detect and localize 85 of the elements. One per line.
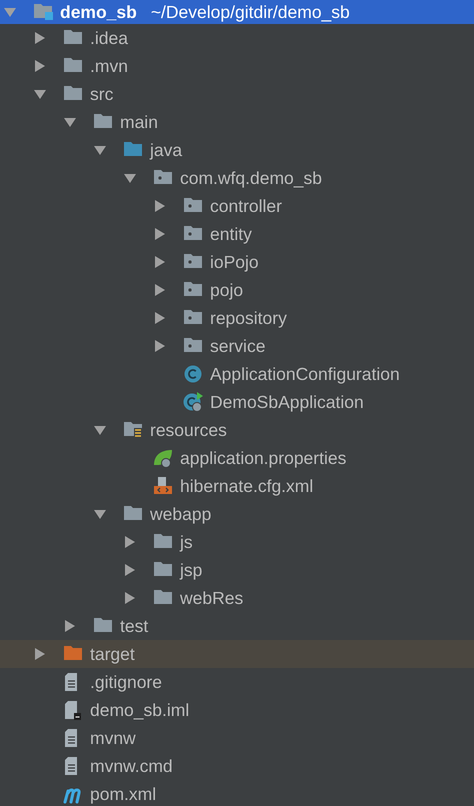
item-label: pom.xml xyxy=(90,784,156,804)
tree-item[interactable]: ioPojo xyxy=(0,248,474,276)
tree-item[interactable]: com.wfq.demo_sb xyxy=(0,164,474,192)
expand-arrow-icon[interactable] xyxy=(124,536,136,548)
item-label: jsp xyxy=(180,560,202,580)
tree-item[interactable]: repository xyxy=(0,304,474,332)
collapse-arrow-icon[interactable] xyxy=(34,88,46,100)
item-label: target xyxy=(90,644,135,664)
expand-arrow-icon[interactable] xyxy=(154,284,166,296)
tree-item[interactable]: DemoSbApplication xyxy=(0,388,474,416)
collapse-arrow-icon[interactable] xyxy=(94,144,106,156)
item-label: pojo xyxy=(210,280,244,300)
item-label: entity xyxy=(210,224,252,244)
tree-item[interactable]: js xyxy=(0,528,474,556)
tree-item[interactable]: src xyxy=(0,80,474,108)
tree-item[interactable]: .mvn xyxy=(0,52,474,80)
item-label: main xyxy=(120,112,158,132)
item-label: mvnw.cmd xyxy=(90,756,173,776)
tree-item[interactable]: application.properties xyxy=(0,444,474,472)
item-label: test xyxy=(120,616,148,636)
item-label: demo_sb.iml xyxy=(90,700,190,720)
expand-arrow-icon[interactable] xyxy=(154,256,166,268)
tree-item[interactable]: mvnw.cmd xyxy=(0,752,474,780)
tree-item[interactable]: test xyxy=(0,612,474,640)
item-label: ApplicationConfiguration xyxy=(210,364,400,384)
item-label: webapp xyxy=(150,504,212,524)
expand-arrow-icon[interactable] xyxy=(154,340,166,352)
tree-item[interactable]: java xyxy=(0,136,474,164)
module-file-icon xyxy=(63,700,83,720)
item-label: demo_sb xyxy=(60,2,137,22)
tree-item[interactable]: controller xyxy=(0,192,474,220)
item-label: webRes xyxy=(180,588,244,608)
collapse-arrow-icon[interactable] xyxy=(94,508,106,520)
class-icon xyxy=(183,364,203,384)
item-label: controller xyxy=(210,196,282,216)
tree-item[interactable]: webapp xyxy=(0,500,474,528)
collapse-arrow-icon[interactable] xyxy=(94,424,106,436)
expand-arrow-icon[interactable] xyxy=(154,228,166,240)
tree-item[interactable]: target xyxy=(0,640,474,668)
tree-item[interactable]: pojo xyxy=(0,276,474,304)
item-label: application.properties xyxy=(180,448,346,468)
project-path: ~/Develop/gitdir/demo_sb xyxy=(150,2,350,22)
tree-item[interactable]: demo_sb.iml xyxy=(0,696,474,724)
item-label: src xyxy=(90,84,114,104)
tree-item[interactable]: service xyxy=(0,332,474,360)
item-label: .idea xyxy=(90,28,128,48)
expand-arrow-icon[interactable] xyxy=(34,648,46,660)
item-label: service xyxy=(210,336,266,356)
tree-item[interactable]: entity xyxy=(0,220,474,248)
xml-file-icon xyxy=(153,476,173,496)
module-folder-icon xyxy=(33,2,53,22)
tree-item[interactable]: pom.xml xyxy=(0,780,474,806)
expand-arrow-icon[interactable] xyxy=(154,200,166,212)
tree-item[interactable]: demo_sb ~/Develop/gitdir/demo_sb xyxy=(0,0,474,24)
expand-arrow-icon[interactable] xyxy=(124,592,136,604)
tree-item[interactable]: main xyxy=(0,108,474,136)
item-label: .mvn xyxy=(90,56,128,76)
item-label: js xyxy=(180,532,193,552)
expand-arrow-icon[interactable] xyxy=(64,620,76,632)
expand-arrow-icon[interactable] xyxy=(34,60,46,72)
item-label: resources xyxy=(150,420,227,440)
tree-item[interactable]: hibernate.cfg.xml xyxy=(0,472,474,500)
run-class-icon xyxy=(183,392,203,412)
collapse-arrow-icon[interactable] xyxy=(124,172,136,184)
resource-folder-icon xyxy=(123,420,143,440)
item-label: hibernate.cfg.xml xyxy=(180,476,314,496)
tree-item[interactable]: .idea xyxy=(0,24,474,52)
item-label: mvnw xyxy=(90,728,136,748)
tree-item[interactable]: webRes xyxy=(0,584,474,612)
tree-item[interactable]: ApplicationConfiguration xyxy=(0,360,474,388)
tree-item[interactable]: .gitignore xyxy=(0,668,474,696)
expand-arrow-icon[interactable] xyxy=(34,32,46,44)
leaf-icon xyxy=(153,448,173,468)
item-label: ioPojo xyxy=(210,252,259,272)
item-label: java xyxy=(150,140,182,160)
expand-arrow-icon[interactable] xyxy=(124,564,136,576)
tree-item[interactable]: mvnw xyxy=(0,724,474,752)
collapse-arrow-icon[interactable] xyxy=(64,116,76,128)
tree-item[interactable]: jsp xyxy=(0,556,474,584)
item-label: .gitignore xyxy=(90,672,162,692)
item-label: DemoSbApplication xyxy=(210,392,364,412)
item-label: repository xyxy=(210,308,287,328)
expand-arrow-icon[interactable] xyxy=(154,312,166,324)
tree-item[interactable]: resources xyxy=(0,416,474,444)
item-label: com.wfq.demo_sb xyxy=(180,168,322,188)
